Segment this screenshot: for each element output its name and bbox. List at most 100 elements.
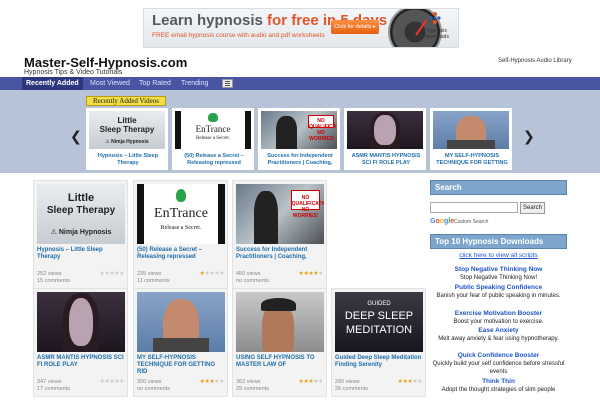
hypnosis-course-banner-ad[interactable]: Learn hypnosis for free in 5 days FREE e… (143, 8, 459, 48)
video-card[interactable]: NO QUALIFICATIONS? NO WORRIES! Success f… (232, 180, 327, 289)
star-icon[interactable]: ★ (219, 379, 224, 385)
self-hypnosis-technique-thumbnail-image (137, 292, 225, 352)
comment-count[interactable]: 15 comments (37, 278, 70, 284)
banner-title-lead: Learn hypnosis (152, 12, 268, 29)
little-sleep-therapy-thumbnail-image: Little Sleep Therapy ⚠ Nimja Hypnosis (89, 111, 165, 149)
face-shape (68, 298, 94, 346)
menu-line (225, 85, 230, 86)
comment-count[interactable]: no comments (236, 278, 269, 284)
slide-video-card[interactable]: Little Sleep Therapy ⚠ Nimja Hypnosis Hy… (86, 108, 168, 170)
thumb-text: Sleep Therapy (99, 125, 155, 134)
video-thumbnail[interactable]: NO QUALIFICATIONS? NO WORRIES! (261, 111, 337, 149)
no-qualifications-sign: NO QUALIFICATIONS? NO WORRIES! (290, 190, 324, 219)
search-button[interactable]: Search (520, 202, 545, 214)
video-card[interactable]: MY SELF-HYPNOSIS TECHNIQUE FOR GETTING R… (133, 288, 228, 397)
banner-click-for-details-button[interactable]: Click for details ▸ (331, 20, 379, 34)
slide-caption[interactable]: Hypnosis – Little Sleep Therapy (89, 153, 167, 166)
tree-icon (175, 188, 187, 202)
video-thumbnail[interactable]: EnTrance Release a Secret. (175, 111, 251, 149)
video-thumbnail[interactable]: Little Sleep Therapy ⚠ Nimja Hypnosis (37, 184, 125, 244)
slide-caption[interactable]: MY SELF-HYPNOSIS TECHNIQUE FOR GETTING (433, 153, 511, 166)
site-title[interactable]: Master-Self-Hypnosis.com (24, 55, 187, 70)
video-card[interactable]: USING SELF HYPNOSIS TO MASTER LAW OF 362… (232, 288, 327, 397)
star-icon[interactable]: ★ (318, 271, 323, 277)
thumb-text: Little (67, 192, 95, 204)
thumb-text: GUIDED (367, 301, 391, 307)
video-card[interactable]: GUIDED DEEP SLEEP MEDITATION Guided Deep… (331, 288, 426, 397)
nav-tab-trending[interactable]: Trending (181, 77, 208, 90)
video-title[interactable]: (50) Release a Secret – Releasing repres… (137, 247, 226, 261)
thumb-text: EnTrance (195, 124, 231, 134)
view-count: 450 views (236, 271, 261, 277)
site-tagline: Hypnosis Tips & Video Tutorials (24, 69, 123, 76)
video-title[interactable]: MY SELF-HYPNOSIS TECHNIQUE FOR GETTING R… (137, 355, 226, 376)
star-icon[interactable]: ★ (417, 379, 422, 385)
download-item: Think Thin Adopt the thought strategies … (430, 378, 567, 394)
video-card[interactable]: ASMR MANTIS HYPNOSIS SCI FI ROLE PLAY 34… (33, 288, 128, 397)
star-rating: ★★★★★ (299, 270, 324, 277)
video-title[interactable]: Guided Deep Sleep Meditation Finding Ser… (335, 355, 424, 369)
video-card[interactable]: EnTrance Release a Secret. (50) Release … (133, 180, 228, 289)
comment-count[interactable]: 17 comments (37, 386, 70, 392)
view-count: 362 views (236, 379, 261, 385)
thumb-text: ⚠ Nimja Hypnosis (50, 229, 112, 236)
download-description: Melt away anxiety & fear using hypnother… (438, 336, 559, 342)
video-thumbnail[interactable] (37, 292, 125, 352)
nav-tab-top-rated[interactable]: Top Rated (139, 77, 171, 90)
little-sleep-therapy-thumbnail-image: Little Sleep Therapy ⚠ Nimja Hypnosis (37, 184, 125, 244)
success-thumbnail-image: NO QUALIFICATIONS? NO WORRIES! (236, 184, 324, 244)
star-icon[interactable]: ★ (119, 271, 124, 277)
video-title[interactable]: USING SELF HYPNOSIS TO MASTER LAW OF (236, 355, 325, 369)
slide-video-card[interactable]: MY SELF-HYPNOSIS TECHNIQUE FOR GETTING (430, 108, 512, 170)
video-thumbnail[interactable]: NO QUALIFICATIONS? NO WORRIES! (236, 184, 324, 244)
download-item: Public Speaking Confidence Banish your f… (430, 284, 567, 300)
view-all-scripts-link[interactable]: click here to view all scripts (430, 252, 567, 259)
nav-tab-recently-added[interactable]: Recently Added (22, 77, 83, 90)
star-icon[interactable]: ★ (119, 379, 124, 385)
video-thumbnail[interactable]: Little Sleep Therapy ⚠ Nimja Hypnosis (89, 111, 165, 149)
video-title[interactable]: Hypnosis – Little Sleep Therapy (37, 247, 126, 261)
self-hypnosis-audio-library-link[interactable]: Self-Hypnosis Audio Library (498, 58, 572, 64)
slide-caption[interactable]: Success for Independent Practitioners | … (261, 153, 339, 166)
video-thumbnail[interactable] (347, 111, 423, 149)
star-rating: ★★★★★ (100, 378, 125, 385)
download-link[interactable]: Think Thin (430, 378, 567, 386)
download-link[interactable]: Public Speaking Confidence (430, 284, 567, 292)
nav-menu-toggle-button[interactable] (222, 79, 233, 88)
nav-tab-most-viewed[interactable]: Most Viewed (90, 77, 130, 90)
comment-count[interactable]: 11 comments (137, 278, 170, 284)
search-input[interactable] (430, 202, 518, 213)
video-title[interactable]: ASMR MANTIS HYPNOSIS SCI FI ROLE PLAY (37, 355, 126, 369)
shirt-shape (446, 139, 496, 149)
download-item: Ease Anxiety Melt away anxiety & fear us… (430, 327, 567, 343)
video-thumbnail[interactable] (433, 111, 509, 149)
video-thumbnail[interactable] (236, 292, 324, 352)
slide-caption[interactable]: ASMR MANTIS HYPNOSIS SCI FI ROLE PLAY (347, 153, 425, 166)
download-link[interactable]: Exercise Motivation Booster (430, 310, 567, 318)
comment-count[interactable]: 29 comments (236, 386, 269, 392)
video-title[interactable]: Success for Independent Practitioners | … (236, 247, 325, 261)
slide-caption[interactable]: (50) Release a Secret – Releasing repres… (175, 153, 253, 166)
video-thumbnail[interactable]: GUIDED DEEP SLEEP MEDITATION (335, 292, 423, 352)
download-link[interactable]: Stop Negative Thinking Now (430, 266, 567, 274)
slider-prev-arrow-icon[interactable]: ❮ (70, 129, 82, 143)
hypnosis-downloads-logo[interactable]: hypnosis downloads (420, 12, 449, 44)
shirt-shape (152, 337, 210, 352)
star-icon[interactable]: ★ (318, 379, 323, 385)
star-icon[interactable]: ★ (219, 271, 224, 277)
slider-next-arrow-icon[interactable]: ❯ (523, 129, 535, 143)
slide-video-card[interactable]: ASMR MANTIS HYPNOSIS SCI FI ROLE PLAY (344, 108, 426, 170)
download-link[interactable]: Ease Anxiety (430, 327, 567, 335)
menu-line (225, 83, 230, 84)
success-thumbnail-image: NO QUALIFICATIONS? NO WORRIES! (261, 111, 337, 149)
comment-count[interactable]: 26 comments (335, 386, 368, 392)
slide-video-card[interactable]: EnTrance Release a Secret. (50) Release … (172, 108, 254, 170)
google-logo: Google (430, 218, 455, 225)
download-link[interactable]: Quick Confidence Booster (430, 352, 567, 360)
comment-count[interactable]: no comments (137, 386, 170, 392)
video-thumbnail[interactable]: EnTrance Release a Secret. (137, 184, 225, 244)
video-thumbnail[interactable] (137, 292, 225, 352)
video-card[interactable]: Little Sleep Therapy ⚠ Nimja Hypnosis Hy… (33, 180, 128, 289)
star-rating: ★★★★★ (100, 270, 125, 277)
slide-video-card[interactable]: NO QUALIFICATIONS? NO WORRIES! Success f… (258, 108, 340, 170)
